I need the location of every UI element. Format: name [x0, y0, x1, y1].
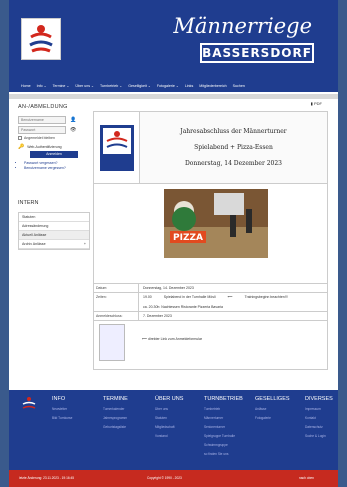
user-icon: 👤: [70, 117, 77, 123]
sidebar: AN-/ABMELDUNG Benutzername 👤 Passwort 👁 …: [18, 104, 90, 250]
footer-col-info: INFO Newsletter Bild Turnkurse: [52, 396, 73, 420]
login-title: AN-/ABMELDUNG: [18, 104, 68, 110]
site-header: Männerriege BASSERSDORF Home Info ⌄ Term…: [9, 0, 338, 92]
zeiten-label: Zeiten:: [94, 293, 139, 311]
remember-label: Angemeldet bleiben: [24, 136, 55, 140]
menu-item-adressaenderung[interactable]: Adressänderung: [19, 222, 89, 231]
arrow-left-icon: ⟵: [227, 295, 233, 299]
nav-suchen[interactable]: Suchen: [233, 84, 245, 94]
eye-icon[interactable]: 👁: [70, 127, 76, 133]
forgot-password-link[interactable]: Passwort vergessen?: [24, 161, 90, 165]
event-subtitle: Spielabend + Pizza-Essen: [194, 144, 273, 151]
footer-col-termine: TERMINE Turnerkalender Jahresprogramm Ge…: [103, 396, 128, 429]
time-2: ca. 20.30h: Nachtessen Ristorante Pizzer…: [143, 305, 223, 309]
footer-logo-icon: [22, 397, 36, 409]
nav-home[interactable]: Home: [21, 84, 31, 94]
nav-mitgliederbereich[interactable]: Mitgliederbereich: [199, 84, 226, 94]
registration-link[interactable]: ⟵ direkter Link zum Anmeldeformular: [142, 337, 202, 369]
footer-bottom-bar: letzte Änderung: 23.11.2023 - 19:16:45 C…: [9, 470, 338, 487]
club-subtitle: BASSERSDORF: [200, 43, 314, 63]
nav-fotogalerie[interactable]: Fotogalerie ⌄: [157, 84, 179, 94]
datum-label: Datum:: [94, 284, 139, 292]
password-field[interactable]: Passwort: [18, 126, 66, 134]
event-image-row: PIZZA: [94, 184, 327, 284]
webauthn-icon: 🔑: [18, 144, 25, 150]
time-1: 19.00: [143, 295, 152, 299]
back-to-top-link[interactable]: nach oben: [299, 476, 314, 480]
main-nav: Home Info ⌄ Termine ⌄ Über uns ⌄ Turnbet…: [9, 84, 338, 94]
intern-title: INTERN: [18, 200, 39, 206]
site-footer: INFO Newsletter Bild Turnkurse TERMINE T…: [9, 390, 338, 470]
footer-col-ueber-uns: ÜBER UNS Über uns Statuten Mitgliedschaf…: [155, 396, 184, 438]
club-title: Männerriege: [173, 14, 312, 38]
arrow-left-icon: ⟵: [142, 337, 148, 341]
page: Männerriege BASSERSDORF Home Info ⌄ Term…: [9, 0, 338, 487]
forgot-username-link[interactable]: Benutzername vergessen?: [24, 166, 90, 170]
datum-value: Donnerstag, 14. Dezember 2023: [143, 286, 194, 290]
footer-col-diverses: DIVERSES Impressum Kontakt Datenschutz S…: [305, 396, 333, 438]
event-card: Jahresabschluss der Männerturner Spielab…: [93, 111, 328, 370]
nav-ueber-uns[interactable]: Über uns ⌄: [75, 84, 94, 94]
nav-turnbetrieb[interactable]: Turnbetrieb ⌄: [100, 84, 122, 94]
menu-item-archiv[interactable]: Archiv Anlässe +: [19, 240, 89, 249]
nav-links[interactable]: Links: [185, 84, 193, 94]
username-field[interactable]: Benutzername: [18, 116, 66, 124]
footer-col-turnbetrieb: TURNBETRIEB Turnbetrieb Männerturner Sen…: [204, 396, 243, 456]
time-1-text: Spielabend in der Turnhalle Mösli: [163, 295, 216, 299]
pdf-button[interactable]: ▮ PDF: [311, 101, 322, 106]
login-button[interactable]: Anmelden: [30, 151, 78, 158]
intern-menu: Statuten Adressänderung Aktuell Anlässe …: [18, 212, 90, 250]
anmelde-value: 7. Dezember 2023: [143, 314, 172, 318]
plus-icon[interactable]: +: [84, 242, 86, 246]
remember-checkbox[interactable]: [18, 136, 22, 140]
menu-item-statuten[interactable]: Statuten: [19, 213, 89, 222]
copyright: Copyright © 1990 - 2023: [147, 476, 182, 480]
anmelde-label: Anmeldeschluss:: [94, 312, 139, 320]
event-photo: PIZZA: [164, 189, 268, 258]
pdf-icon: ▮: [310, 101, 313, 106]
zeiten-value: 19.00 Spielabend in der Turnhalle Mösli …: [139, 293, 327, 311]
time-1-note: Trainingsbeginn beachten!!!: [244, 295, 288, 299]
event-date-heading: Donnerstag, 14 Dezember 2023: [184, 160, 283, 167]
divider: [9, 94, 338, 99]
event-logo: [94, 112, 140, 183]
registration-form-thumbnail[interactable]: [99, 324, 125, 361]
webauth-link[interactable]: Web-Authentifizierung: [27, 145, 61, 149]
club-logo[interactable]: [21, 18, 61, 60]
menu-item-aktuell[interactable]: Aktuell Anlässe: [19, 231, 89, 240]
svg-text:PIZZA: PIZZA: [173, 233, 203, 243]
nav-termine[interactable]: Termine ⌄: [53, 84, 70, 94]
event-title: Jahresabschluss der Männerturner: [180, 128, 287, 135]
last-change: letzte Änderung: 23.11.2023 - 19:16:45: [19, 476, 75, 480]
nav-info[interactable]: Info ⌄: [37, 84, 47, 94]
nav-geselligkeit[interactable]: Geselligkeit ⌄: [128, 84, 151, 94]
footer-col-geselliges: GESELLIGES Anlässe Fotogalerie: [255, 396, 290, 420]
